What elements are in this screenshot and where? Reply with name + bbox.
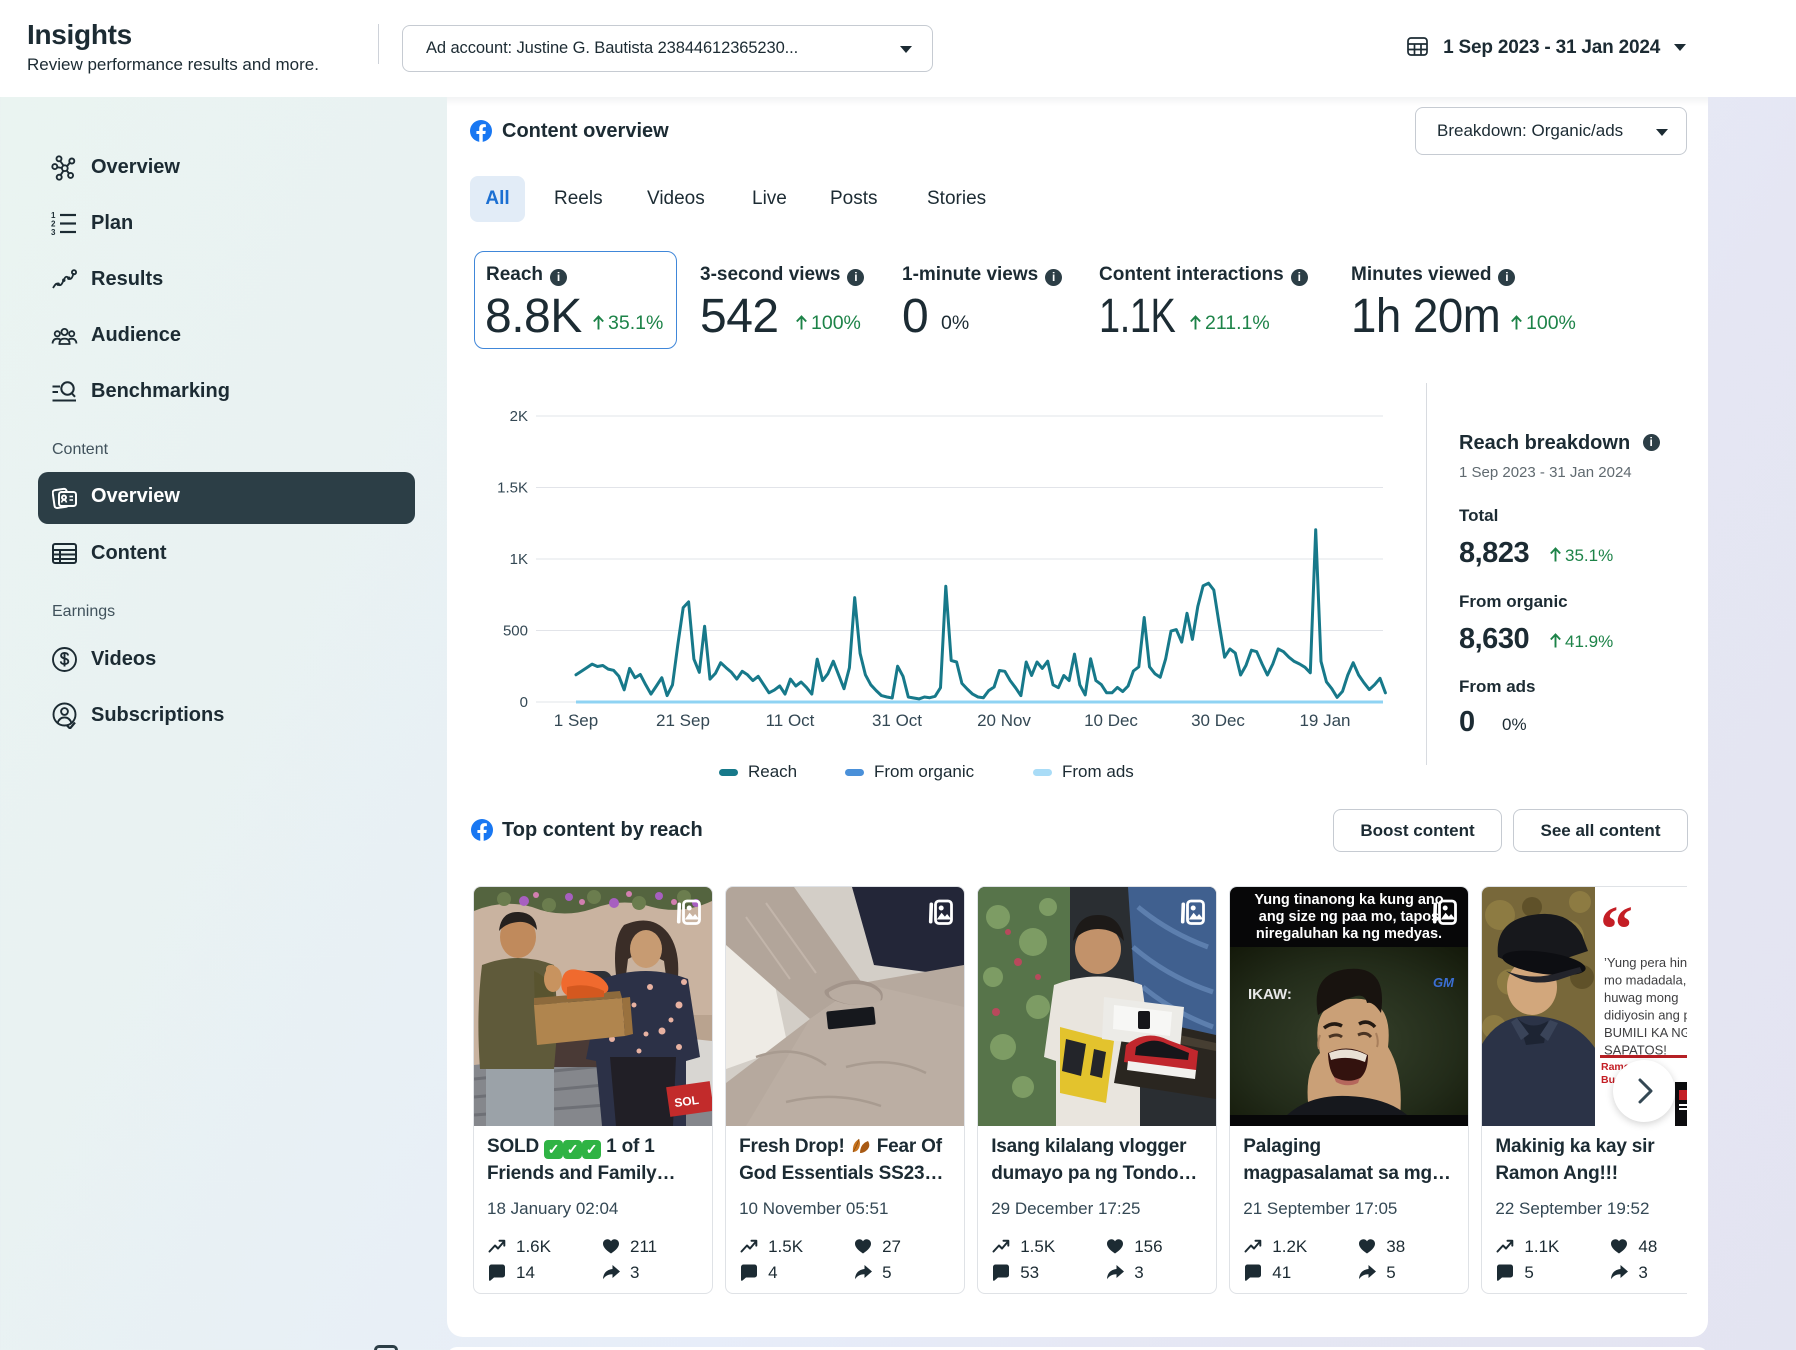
- svg-text:500: 500: [503, 623, 528, 640]
- svg-text:niregaluhan ka ng medyas.: niregaluhan ka ng medyas.: [1256, 926, 1442, 942]
- svg-text:ang size ng paa mo, tapos: ang size ng paa mo, tapos: [1259, 909, 1439, 925]
- svg-text:IKAW:: IKAW:: [1248, 986, 1292, 1003]
- svg-text:3: 3: [51, 228, 56, 237]
- svg-text:mo madadala, k: mo madadala, k: [1604, 973, 1687, 988]
- svg-text:BUMILI KA NG: BUMILI KA NG: [1604, 1025, 1687, 1040]
- svg-text:2K: 2K: [510, 408, 528, 425]
- svg-text:’Yung pera hindi: ’Yung pera hindi: [1604, 955, 1687, 970]
- svg-text:GM: GM: [1433, 975, 1455, 990]
- svg-text:1K: 1K: [510, 551, 528, 568]
- svg-text:didiyosin ang pe: didiyosin ang pe: [1604, 1008, 1687, 1023]
- svg-text:huwag mong: huwag mong: [1604, 990, 1678, 1005]
- svg-text:1.5K: 1.5K: [497, 480, 528, 497]
- svg-text:Yung tinanong ka kung ano: Yung tinanong ka kung ano: [1255, 892, 1444, 908]
- svg-text:0: 0: [520, 694, 528, 711]
